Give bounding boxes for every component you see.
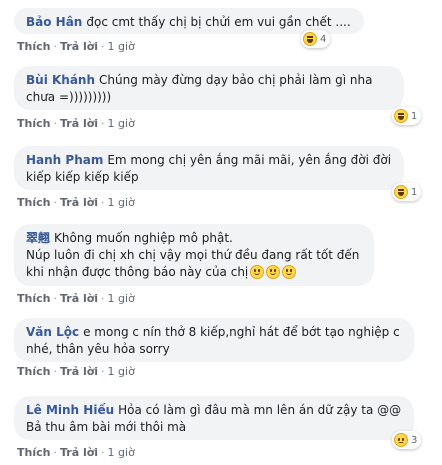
like-link[interactable]: Thích (17, 446, 50, 459)
comment-actions: Thích · Trả lời · 1 giờ (17, 40, 135, 53)
reaction-badge[interactable]: 1 (392, 183, 422, 201)
separator-dot: · (101, 196, 105, 209)
separator-dot: · (53, 40, 57, 53)
reaction-count: 4 (320, 33, 327, 45)
haha-icon (394, 109, 408, 123)
comment-actions: Thích · Trả lời · 1 giờ (17, 117, 135, 130)
comment-author[interactable]: Bùi Khánh (26, 73, 95, 87)
smile-icon (282, 265, 297, 279)
comment-bubble: Văn Lộc e mong c nín thở 8 kiếp,nghỉ hát … (14, 318, 414, 362)
separator-dot: · (101, 446, 105, 459)
comment-author[interactable]: Bảo Hân (26, 15, 82, 29)
separator-dot: · (53, 117, 57, 130)
comment-actions: Thích · Trả lời · 1 giờ (17, 196, 135, 209)
comment-text: e mong c nín thở 8 kiếp,nghỉ hát để bớt … (26, 325, 400, 356)
reaction-count: 1 (411, 186, 418, 198)
comment-author[interactable]: Văn Lộc (26, 325, 79, 339)
separator-dot: · (101, 117, 105, 130)
separator-dot: · (53, 365, 57, 378)
separator-dot: · (101, 365, 105, 378)
reaction-badge[interactable]: 4 (301, 30, 331, 48)
reply-link[interactable]: Trả lời (60, 40, 98, 53)
smile-icon (266, 265, 281, 279)
reply-link[interactable]: Trả lời (60, 117, 98, 130)
smile-icon (250, 265, 265, 279)
comment-text: Không muốn nghiệp mô phật. (54, 231, 233, 245)
sad-icon (394, 433, 408, 447)
separator-dot: · (101, 292, 105, 305)
comment-actions: Thích · Trả lời · 1 giờ (17, 292, 135, 305)
separator-dot: · (53, 196, 57, 209)
reply-link[interactable]: Trả lời (60, 292, 98, 305)
haha-icon (303, 32, 317, 46)
emoji-group (250, 264, 298, 281)
comment-author[interactable]: Hanh Pham (26, 153, 103, 167)
reply-link[interactable]: Trả lời (60, 196, 98, 209)
comment-time[interactable]: 1 giờ (108, 446, 135, 459)
reaction-count: 1 (411, 110, 418, 122)
comment-actions: Thích · Trả lời · 1 giờ (17, 446, 135, 459)
separator-dot: · (101, 40, 105, 53)
like-link[interactable]: Thích (17, 365, 50, 378)
like-link[interactable]: Thích (17, 196, 50, 209)
like-link[interactable]: Thích (17, 117, 50, 130)
comment-bubble: 翠翹 Không muốn nghiệp mô phật. Núp luôn đi… (14, 224, 374, 286)
separator-dot: · (53, 292, 57, 305)
reaction-count: 3 (411, 434, 418, 446)
haha-icon (394, 185, 408, 199)
comment-time[interactable]: 1 giờ (108, 292, 135, 305)
comment-time[interactable]: 1 giờ (108, 40, 135, 53)
comment-author[interactable]: 翠翹 (26, 231, 50, 245)
comment-text-continued: Núp luôn đi chị xh chị vậy mọi thứ đều đ… (26, 248, 360, 279)
comment-actions: Thích · Trả lời · 1 giờ (17, 365, 135, 378)
comment-bubble: Bùi Khánh Chúng mày đừng dạy bảo chị phải… (14, 66, 404, 110)
like-link[interactable]: Thích (17, 40, 50, 53)
reply-link[interactable]: Trả lời (60, 365, 98, 378)
reply-link[interactable]: Trả lời (60, 446, 98, 459)
comment-time[interactable]: 1 giờ (108, 196, 135, 209)
like-link[interactable]: Thích (17, 292, 50, 305)
reaction-badge[interactable]: 1 (392, 107, 422, 125)
comment-text: đọc cmt thấy chị bị chửi em vui gần chết… (86, 15, 351, 29)
reaction-badge[interactable]: 3 (392, 431, 422, 449)
separator-dot: · (53, 446, 57, 459)
comment-bubble: Hanh Pham Em mong chị yên ắng mãi mãi, yê… (14, 146, 404, 190)
comment-author[interactable]: Lê Minh Hiếu (26, 403, 114, 417)
comment-time[interactable]: 1 giờ (108, 365, 135, 378)
comment-bubble: Lê Minh Hiếu Hỏa có làm gì đâu mà mn lên … (14, 396, 414, 440)
comment-time[interactable]: 1 giờ (108, 117, 135, 130)
